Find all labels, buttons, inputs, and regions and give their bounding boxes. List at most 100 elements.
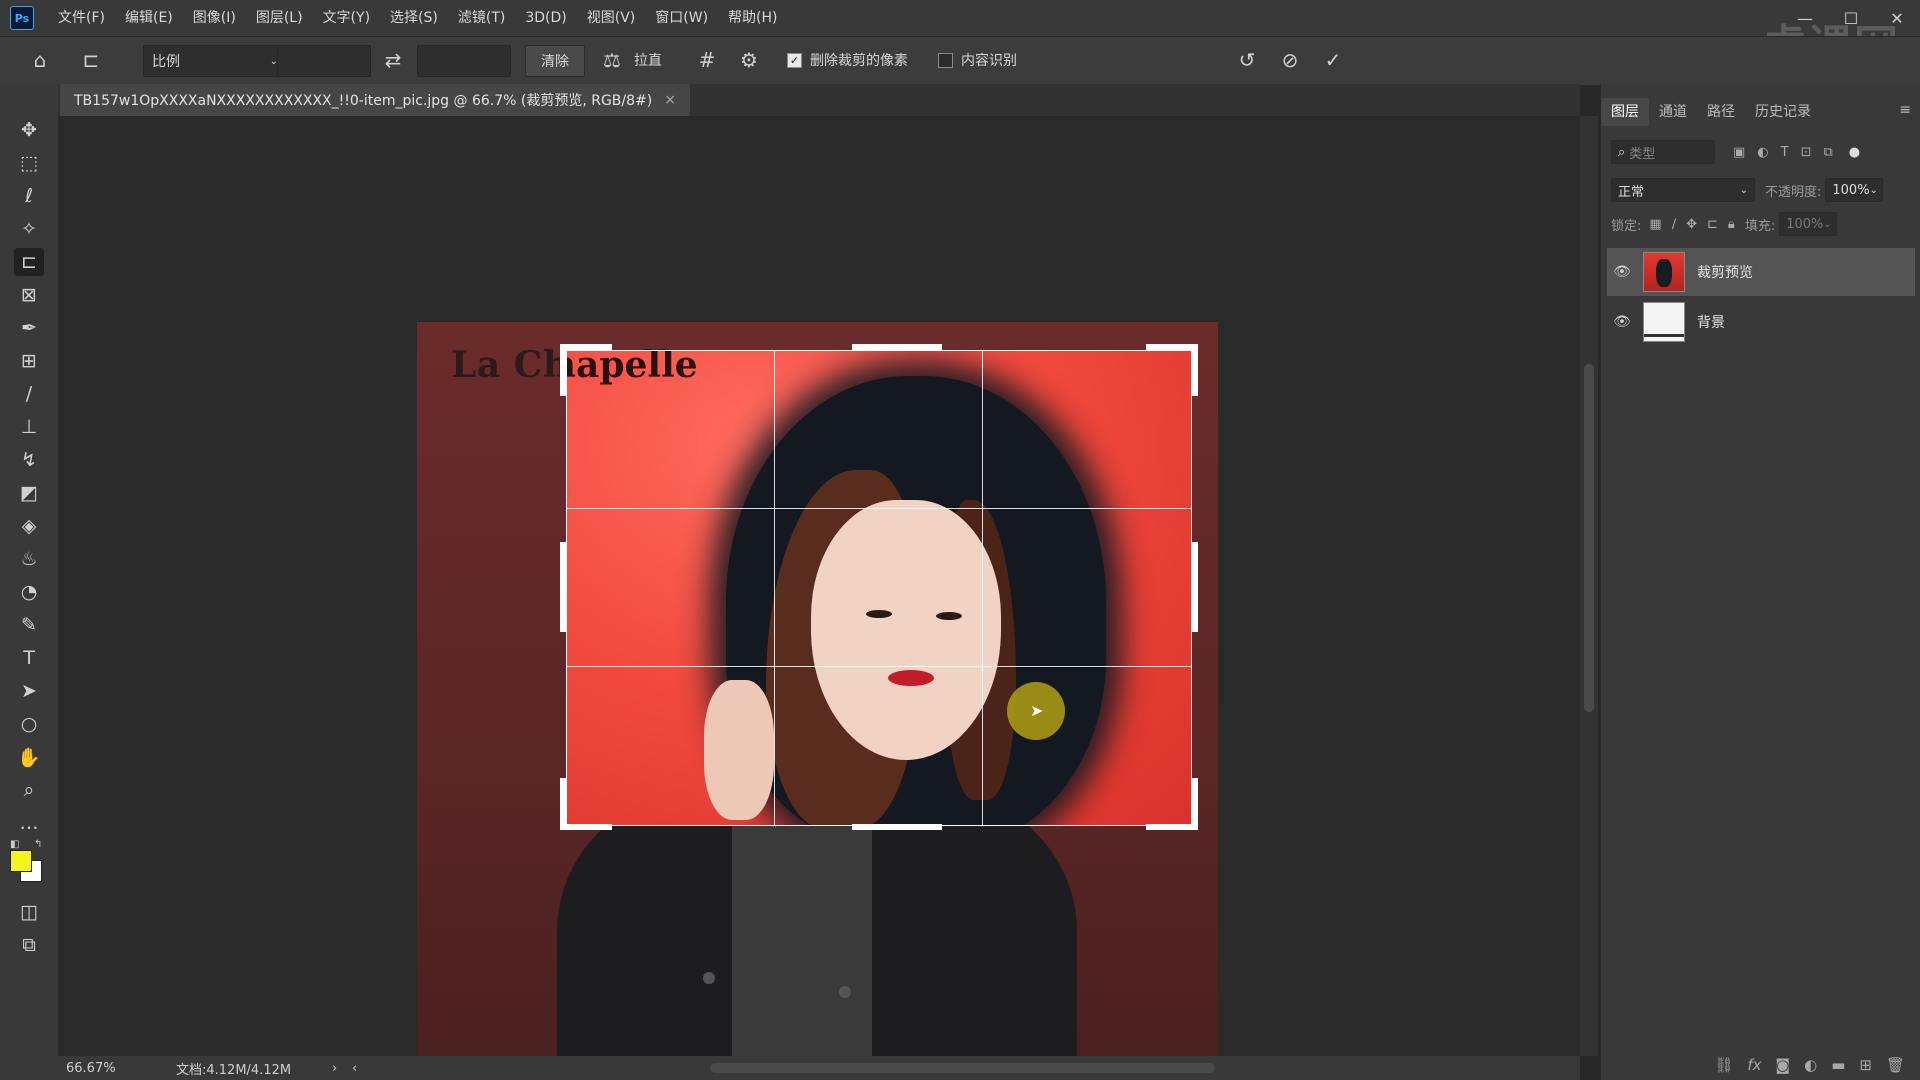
menu-help[interactable]: 帮助(H) bbox=[718, 0, 787, 36]
menu-view[interactable]: 视图(V) bbox=[577, 0, 646, 36]
lock-all-icon[interactable]: 🔒︎ bbox=[1728, 217, 1735, 232]
close-window-button[interactable]: ✕ bbox=[1874, 0, 1920, 36]
lock-transparent-icon[interactable]: ▦ bbox=[1649, 217, 1661, 232]
visibility-eye-icon[interactable]: 👁︎ bbox=[1607, 314, 1637, 330]
ratio-width-input[interactable] bbox=[277, 45, 371, 77]
history-brush-tool-icon[interactable]: ↯ bbox=[14, 446, 44, 474]
crop-handle-top-right[interactable] bbox=[1146, 344, 1198, 350]
overlay-grid-icon[interactable]: # bbox=[692, 45, 722, 75]
menu-file[interactable]: 文件(F) bbox=[48, 0, 115, 36]
layer-row-crop-preview[interactable]: 👁︎ 裁剪预览 bbox=[1607, 248, 1915, 296]
zoom-level[interactable]: 66.67% bbox=[66, 1061, 146, 1076]
more-tools-icon[interactable]: … bbox=[14, 809, 44, 837]
clone-stamp-tool-icon[interactable]: ⊥ bbox=[14, 413, 44, 441]
home-icon[interactable]: ⌂ bbox=[25, 45, 55, 75]
layer-name[interactable]: 背景 bbox=[1697, 312, 1725, 332]
blur-tool-icon[interactable]: ♨ bbox=[14, 545, 44, 573]
menu-3d[interactable]: 3D(D) bbox=[515, 0, 576, 36]
crop-handle-top-left[interactable] bbox=[560, 344, 612, 350]
layer-row-background[interactable]: 👁︎ 背景 bbox=[1607, 298, 1915, 346]
content-aware-option[interactable]: 内容识别 bbox=[938, 45, 1017, 75]
visibility-eye-icon[interactable]: 👁︎ bbox=[1607, 264, 1637, 280]
pen-tool-icon[interactable]: ✎ bbox=[14, 611, 44, 639]
delete-cropped-checkbox[interactable]: ✓ bbox=[787, 52, 802, 68]
link-layers-icon[interactable]: ⛓ bbox=[1714, 1056, 1733, 1074]
ratio-dropdown[interactable]: 比例 ⌄ bbox=[143, 45, 287, 77]
lock-artboard-icon[interactable]: ⊏ bbox=[1707, 217, 1718, 232]
crop-handle-left[interactable] bbox=[560, 542, 566, 632]
path-selection-tool-icon[interactable]: ➤ bbox=[14, 677, 44, 705]
swap-icon[interactable]: ⇄ bbox=[378, 45, 408, 75]
filter-smart-object-icon[interactable]: ⧉ bbox=[1824, 145, 1833, 160]
canvas-area[interactable]: La Chapelle La Chapelle ➤ bbox=[58, 116, 1580, 1056]
eraser-tool-icon[interactable]: ◩ bbox=[14, 479, 44, 507]
crop-handle-bottom-right[interactable] bbox=[1146, 824, 1198, 830]
delete-layer-icon[interactable]: 🗑︎ bbox=[1886, 1056, 1905, 1074]
crop-tool-icon[interactable]: ⊏ bbox=[14, 248, 44, 276]
reset-icon[interactable]: ↺ bbox=[1232, 45, 1262, 75]
opacity-input[interactable]: 100% ⌄ bbox=[1825, 178, 1884, 202]
crop-handle-top-left[interactable] bbox=[560, 344, 566, 396]
filter-type-icon[interactable]: T bbox=[1781, 145, 1789, 160]
new-layer-icon[interactable]: ⊞ bbox=[1859, 1056, 1872, 1074]
crop-handle-bottom-left[interactable] bbox=[560, 824, 612, 830]
blend-mode-dropdown[interactable]: 正常 ⌄ bbox=[1611, 178, 1755, 202]
status-expand-icon[interactable]: › bbox=[332, 1061, 337, 1076]
zoom-tool-icon[interactable]: ⌕ bbox=[14, 776, 44, 804]
straighten-button[interactable]: 拉直 bbox=[634, 45, 662, 75]
straighten-icon[interactable]: ⚖ bbox=[597, 45, 627, 75]
layer-name[interactable]: 裁剪预览 bbox=[1697, 262, 1753, 282]
menu-type[interactable]: 文字(Y) bbox=[313, 0, 380, 36]
menu-edit[interactable]: 编辑(E) bbox=[115, 0, 183, 36]
fill-input[interactable]: 100% ⌄ bbox=[1779, 212, 1838, 236]
healing-brush-tool-icon[interactable]: ⊞ bbox=[14, 347, 44, 375]
content-aware-checkbox[interactable] bbox=[938, 52, 953, 68]
crop-handle-bottom-right[interactable] bbox=[1192, 778, 1198, 830]
filter-toggle-icon[interactable]: ● bbox=[1849, 145, 1860, 160]
minimize-button[interactable]: — bbox=[1782, 0, 1828, 36]
add-mask-icon[interactable]: ◙ bbox=[1776, 1056, 1791, 1074]
paint-bucket-tool-icon[interactable]: ◈ bbox=[14, 512, 44, 540]
canvas-vertical-scrollbar[interactable] bbox=[1580, 116, 1598, 1056]
lock-image-icon[interactable]: ∕ bbox=[1672, 217, 1676, 232]
menu-filter[interactable]: 滤镜(T) bbox=[448, 0, 515, 36]
hand-tool-icon[interactable]: ✋ bbox=[14, 743, 44, 771]
screen-mode-icon[interactable]: ⧉ bbox=[14, 931, 44, 959]
lock-position-icon[interactable]: ✥ bbox=[1686, 217, 1697, 232]
foreground-color-swatch[interactable] bbox=[10, 850, 32, 872]
swap-colors-icon[interactable]: ↰ bbox=[34, 839, 42, 850]
settings-gear-icon[interactable]: ⚙ bbox=[734, 45, 764, 75]
layer-style-fx-icon[interactable]: fx bbox=[1747, 1056, 1761, 1074]
tab-history[interactable]: 历史记录 bbox=[1745, 98, 1821, 126]
new-group-icon[interactable]: ▬ bbox=[1831, 1056, 1845, 1074]
maximize-button[interactable]: ☐ bbox=[1828, 0, 1874, 36]
layer-filter-field[interactable]: ⌕ 类型 bbox=[1611, 140, 1715, 164]
move-tool-icon[interactable]: ✥ bbox=[14, 116, 44, 144]
menu-window[interactable]: 窗口(W) bbox=[645, 0, 718, 36]
crop-handle-bottom-left[interactable] bbox=[560, 778, 566, 830]
tab-layers[interactable]: 图层 bbox=[1601, 98, 1649, 126]
lasso-tool-icon[interactable]: ℓ bbox=[14, 182, 44, 210]
vertical-scrollbar-thumb[interactable] bbox=[1584, 364, 1594, 712]
delete-cropped-pixels-option[interactable]: ✓ 删除裁剪的像素 bbox=[787, 45, 908, 75]
marquee-tool-icon[interactable]: ⬚ bbox=[14, 149, 44, 177]
clear-button[interactable]: 清除 bbox=[525, 45, 585, 77]
frame-tool-icon[interactable]: ⊠ bbox=[14, 281, 44, 309]
tab-channels[interactable]: 通道 bbox=[1649, 98, 1697, 126]
cancel-icon[interactable]: ⊘ bbox=[1275, 45, 1305, 75]
new-adjustment-layer-icon[interactable]: ◐ bbox=[1804, 1056, 1817, 1074]
crop-frame[interactable] bbox=[566, 350, 1192, 826]
crop-handle-top[interactable] bbox=[852, 344, 942, 350]
brush-tool-icon[interactable]: ∕ bbox=[14, 380, 44, 408]
type-tool-icon[interactable]: T bbox=[14, 644, 44, 672]
menu-image[interactable]: 图像(I) bbox=[183, 0, 246, 36]
filter-shape-icon[interactable]: ⊡ bbox=[1801, 145, 1812, 160]
ratio-height-input[interactable] bbox=[417, 45, 511, 77]
crop-handle-right[interactable] bbox=[1192, 542, 1198, 632]
horizontal-scrollbar-thumb[interactable] bbox=[710, 1063, 1215, 1073]
filter-pixel-icon[interactable]: ▣ bbox=[1733, 145, 1745, 160]
dodge-tool-icon[interactable]: ◔ bbox=[14, 578, 44, 606]
eyedropper-tool-icon[interactable]: ✒ bbox=[14, 314, 44, 342]
menu-select[interactable]: 选择(S) bbox=[380, 0, 448, 36]
crop-handle-top-right[interactable] bbox=[1192, 344, 1198, 396]
